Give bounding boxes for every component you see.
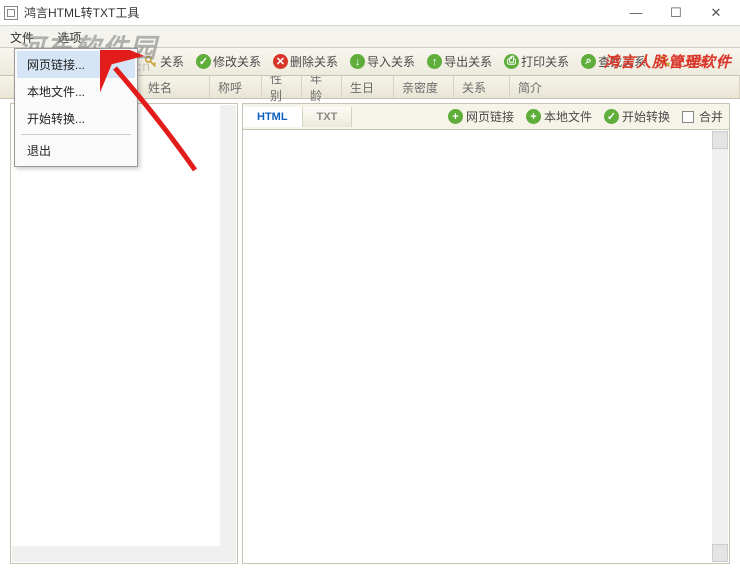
toolbar-key[interactable]: 关系 xyxy=(140,51,188,72)
left-panel[interactable] xyxy=(10,103,238,564)
toolbar-print-relation[interactable]: ⎙ 打印关系 xyxy=(500,51,573,72)
right-local-file-button[interactable]: + 本地文件 xyxy=(520,108,598,125)
col-name[interactable]: 姓名 xyxy=(140,76,210,98)
right-start-convert-label: 开始转换 xyxy=(622,108,670,125)
right-merge-label: 合并 xyxy=(699,108,723,125)
col-relation[interactable]: 关系 xyxy=(454,76,510,98)
right-scrollbar-vertical[interactable] xyxy=(712,131,728,562)
col-age[interactable]: 年龄 xyxy=(302,76,342,98)
key-icon xyxy=(144,55,158,69)
right-toolbar: HTML TXT + 网页链接 + 本地文件 ✓ 开始转换 合并 xyxy=(242,103,730,129)
col-intro[interactable]: 简介 xyxy=(510,76,740,98)
title-bar: 鸿言HTML转TXT工具 — ☐ ✕ xyxy=(0,0,740,26)
toolbar-del-label: 删除关系 xyxy=(290,53,338,70)
toolbar-print-label: 打印关系 xyxy=(521,53,569,70)
right-local-file-label: 本地文件 xyxy=(544,108,592,125)
dropdown-start-convert[interactable]: 开始转换... xyxy=(17,105,135,132)
close-button[interactable]: ✕ xyxy=(696,0,736,26)
dropdown-separator xyxy=(21,134,131,135)
toolbar-key-label: 关系 xyxy=(160,53,184,70)
toolbar-fix-label: 修改关系 xyxy=(213,53,261,70)
toolbar-export-label: 导出关系 xyxy=(444,53,492,70)
app-icon xyxy=(4,6,18,20)
brand-label: 鸿言人脉管理软件 xyxy=(604,51,732,72)
left-scrollbar-horizontal[interactable] xyxy=(12,546,236,562)
plus-icon: + xyxy=(448,109,463,124)
col-birthday[interactable]: 生日 xyxy=(342,76,394,98)
maximize-button[interactable]: ☐ xyxy=(656,0,696,26)
file-dropdown: 网页链接... 本地文件... 开始转换... 退出 xyxy=(14,48,138,167)
toolbar-import-relation[interactable]: ↓ 导入关系 xyxy=(346,51,419,72)
body-area: HTML TXT + 网页链接 + 本地文件 ✓ 开始转换 合并 xyxy=(0,99,740,570)
arrow-down-icon: ↓ xyxy=(350,54,365,69)
window-title: 鸿言HTML转TXT工具 xyxy=(24,4,139,21)
dropdown-exit[interactable]: 退出 xyxy=(17,137,135,164)
menu-bar: 文件 选项 xyxy=(0,26,740,48)
right-start-convert-button[interactable]: ✓ 开始转换 xyxy=(598,108,676,125)
toolbar-import-label: 导入关系 xyxy=(367,53,415,70)
right-merge-checkbox[interactable]: 合并 xyxy=(676,108,729,125)
arrow-up-icon: ↑ xyxy=(427,54,442,69)
plus-icon-2: + xyxy=(526,109,541,124)
col-gender[interactable]: 性别 xyxy=(262,76,302,98)
dropdown-local-file[interactable]: 本地文件... xyxy=(17,78,135,105)
menu-file[interactable]: 文件 xyxy=(0,26,44,49)
x-icon: ✕ xyxy=(273,54,288,69)
check-icon-2: ✓ xyxy=(604,109,619,124)
search-icon: ⌕ xyxy=(581,54,596,69)
right-tabs: HTML TXT xyxy=(243,107,352,127)
check-icon: ✓ xyxy=(196,54,211,69)
print-icon: ⎙ xyxy=(504,54,519,69)
dropdown-web-link[interactable]: 网页链接... xyxy=(17,51,135,78)
col-closeness[interactable]: 亲密度 xyxy=(394,76,454,98)
checkbox-icon xyxy=(682,111,694,123)
col-title[interactable]: 称呼 xyxy=(210,76,262,98)
tab-txt[interactable]: TXT xyxy=(303,107,353,127)
right-web-link-label: 网页链接 xyxy=(466,108,514,125)
right-web-link-button[interactable]: + 网页链接 xyxy=(442,108,520,125)
toolbar-export-relation[interactable]: ↑ 导出关系 xyxy=(423,51,496,72)
left-scrollbar-vertical[interactable] xyxy=(220,105,236,546)
minimize-button[interactable]: — xyxy=(616,0,656,26)
right-panel-wrap: HTML TXT + 网页链接 + 本地文件 ✓ 开始转换 合并 xyxy=(240,99,740,570)
toolbar-fix-relation[interactable]: ✓ 修改关系 xyxy=(192,51,265,72)
right-content-area[interactable] xyxy=(242,129,730,564)
menu-options[interactable]: 选项 xyxy=(47,26,91,49)
tab-html[interactable]: HTML xyxy=(243,107,303,127)
toolbar-delete-relation[interactable]: ✕ 删除关系 xyxy=(269,51,342,72)
